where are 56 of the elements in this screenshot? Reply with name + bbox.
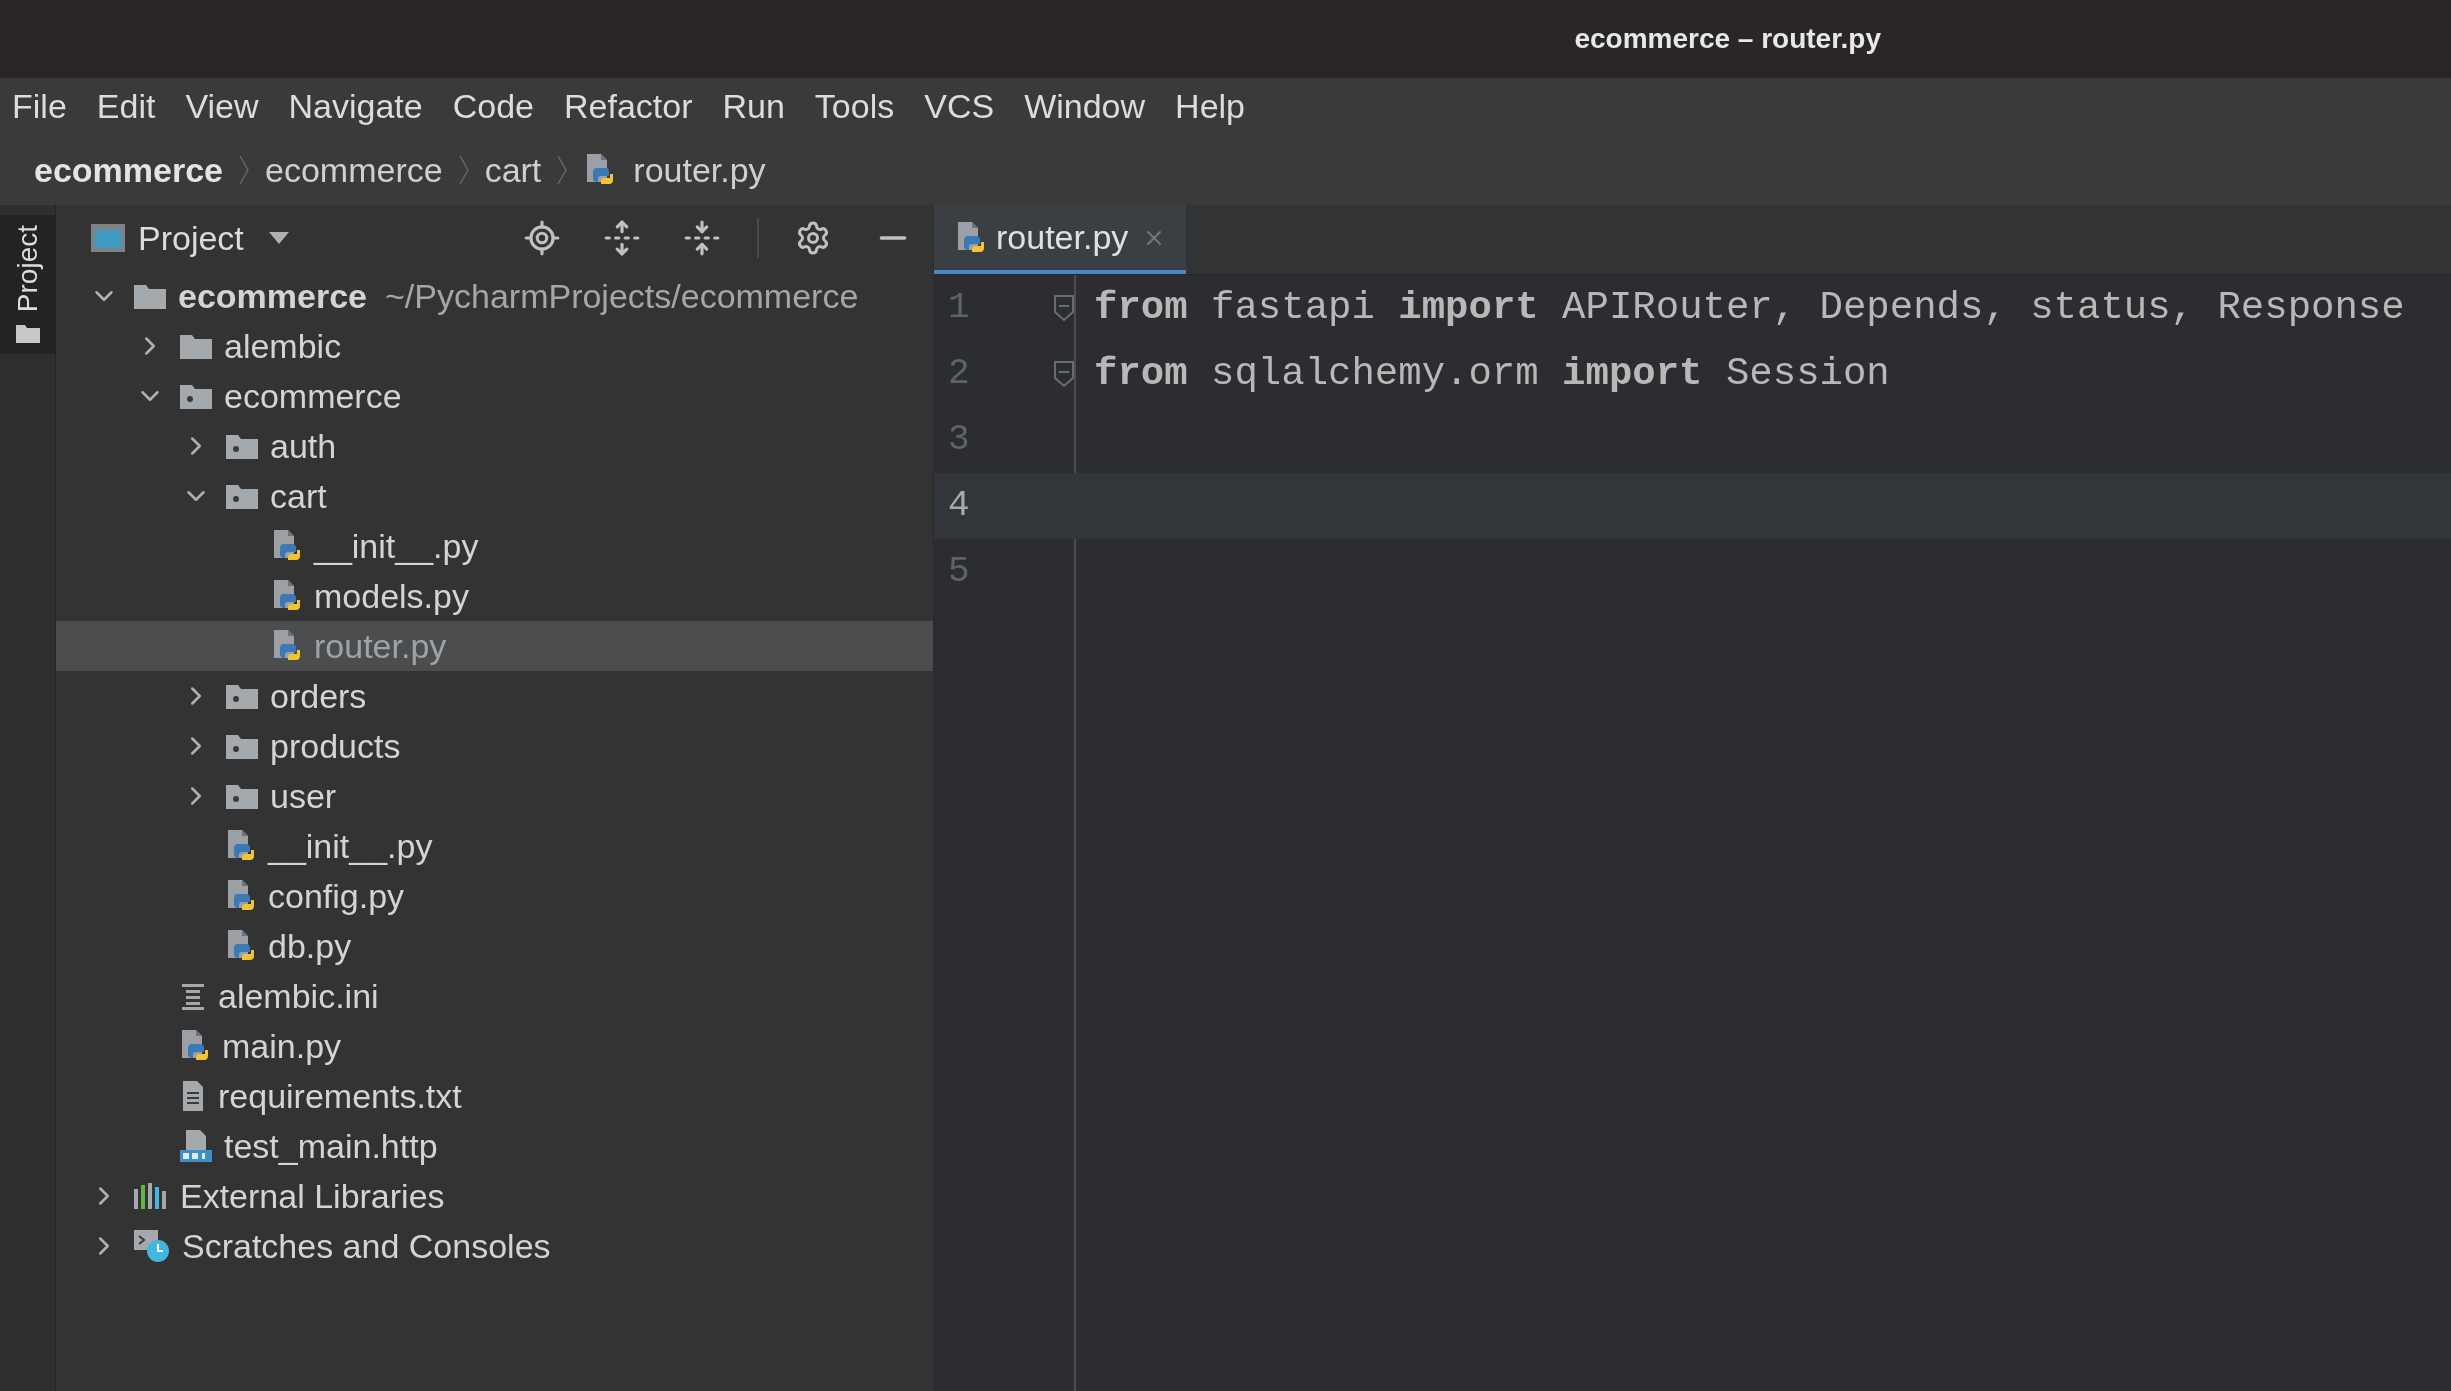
menu-item[interactable]: Navigate bbox=[288, 81, 423, 132]
breadcrumb-separator-icon bbox=[458, 155, 469, 185]
project-path: ~/PycharmProjects/ecommerce bbox=[385, 275, 859, 317]
line-number: 4 bbox=[947, 484, 971, 528]
folder-icon bbox=[14, 322, 41, 345]
tree-item[interactable]: db.py bbox=[56, 921, 933, 971]
menu-item[interactable]: View bbox=[185, 81, 259, 132]
editor-tab[interactable]: router.py bbox=[934, 205, 1187, 274]
tree-item[interactable]: ecommerce ~/PycharmProjects/ecommerce bbox=[56, 271, 933, 321]
breadcrumb-item[interactable]: cart bbox=[484, 144, 542, 196]
tree-item[interactable]: requirements.txt bbox=[56, 1071, 933, 1121]
menu-item[interactable]: Help bbox=[1175, 81, 1245, 132]
tree-item[interactable]: ecommerce bbox=[56, 371, 933, 421]
menu-item[interactable]: Edit bbox=[96, 81, 156, 132]
fold-marker-icon[interactable] bbox=[1053, 294, 1075, 322]
breadcrumb-item[interactable]: ecommerce bbox=[34, 144, 223, 196]
menu-item[interactable]: Window bbox=[1024, 81, 1146, 132]
tree-item[interactable]: models.py bbox=[56, 571, 933, 621]
dropdown-caret-icon[interactable] bbox=[267, 231, 290, 245]
menu-item[interactable]: Code bbox=[452, 81, 534, 132]
tree-item[interactable]: config.py bbox=[56, 871, 933, 921]
expand-all-icon[interactable] bbox=[603, 219, 641, 257]
window-title: ecommerce – router.py bbox=[1574, 22, 1881, 56]
tree-item[interactable]: Scratches and Consoles bbox=[56, 1221, 933, 1271]
tree-item[interactable]: user bbox=[56, 771, 933, 821]
fold-marker-icon[interactable] bbox=[1053, 360, 1075, 388]
tree-item[interactable]: alembic.ini bbox=[56, 971, 933, 1021]
tree-item[interactable]: products bbox=[56, 721, 933, 771]
api-file-icon bbox=[178, 1128, 214, 1164]
panel-title[interactable]: Project bbox=[138, 212, 244, 264]
collapse-all-icon[interactable] bbox=[683, 219, 721, 257]
menu-item[interactable]: File bbox=[12, 81, 67, 132]
tree-item[interactable]: main.py bbox=[56, 1021, 933, 1071]
console-clock-icon bbox=[132, 1228, 172, 1264]
menu-item[interactable]: VCS bbox=[924, 81, 995, 132]
tree-item[interactable]: alembic bbox=[56, 321, 933, 371]
project-stripe-button[interactable]: Project bbox=[0, 215, 55, 355]
tree-item[interactable]: auth bbox=[56, 421, 933, 471]
tree-item[interactable]: orders bbox=[56, 671, 933, 721]
code-text: from sqlalchemy.orm import Session bbox=[1094, 350, 1890, 398]
menu-item[interactable]: Tools bbox=[814, 81, 895, 132]
menu-item[interactable]: Refactor bbox=[563, 81, 693, 132]
breadcrumb-separator-icon bbox=[557, 155, 568, 185]
tree-item[interactable]: cart bbox=[56, 471, 933, 521]
breadcrumb-item[interactable]: ecommerce bbox=[265, 144, 443, 196]
code-text: from fastapi import APIRouter, Depends, status, Response bbox=[1094, 284, 2405, 332]
tree-item[interactable]: External Libraries bbox=[56, 1171, 933, 1221]
tree-item[interactable]: __init__.py bbox=[56, 521, 933, 571]
window-icon bbox=[90, 222, 126, 254]
tree-item[interactable]: __init__.py bbox=[56, 821, 933, 871]
settings-icon[interactable] bbox=[795, 220, 831, 256]
tree-item[interactable]: test_main.http bbox=[56, 1121, 933, 1171]
breadcrumb-item[interactable]: router.py bbox=[633, 144, 766, 196]
breadcrumb-separator-icon bbox=[239, 155, 249, 185]
menu-item[interactable]: Run bbox=[722, 81, 785, 132]
locate-icon[interactable] bbox=[523, 219, 561, 257]
